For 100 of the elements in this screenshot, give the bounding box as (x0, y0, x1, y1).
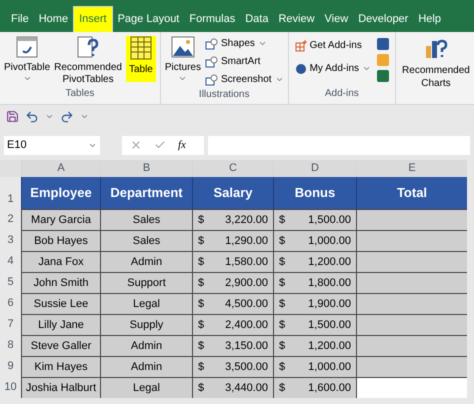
table-cell[interactable] (356, 230, 467, 251)
table-cell[interactable] (356, 293, 467, 314)
table-cell: Legal (100, 377, 192, 398)
currency-symbol: $ (198, 296, 204, 312)
table-cell-text: 1,000.00 (308, 360, 351, 375)
table-cell[interactable] (356, 251, 467, 272)
table-cell: Mary Garcia (21, 209, 100, 230)
currency-symbol: $ (279, 254, 286, 270)
ribbon-tab[interactable]: File (6, 6, 34, 32)
table-cell-text: 1,580.00 (225, 254, 268, 270)
table-cell: Bob Hayes (21, 230, 100, 251)
currency-symbol: $ (279, 338, 286, 354)
currency-symbol: $ (198, 212, 204, 228)
save-icon[interactable] (6, 110, 19, 123)
column-header[interactable]: C (192, 160, 273, 177)
table-cell-text: 1,900.00 (308, 296, 351, 312)
table-cell[interactable] (356, 356, 467, 377)
currency-symbol: $ (279, 360, 286, 375)
table-cell[interactable] (356, 314, 467, 335)
shape-icon (204, 56, 218, 68)
illustration-item[interactable]: Screenshot (204, 72, 284, 87)
table-cell-text: 1,500.00 (308, 212, 351, 228)
table-cell: Lilly Jane (21, 314, 100, 335)
table-button[interactable]: Table (126, 36, 156, 82)
app-icon (377, 70, 390, 82)
table-header-cell: Department (100, 177, 192, 209)
get-add-ins-button[interactable]: Get Add-ins (294, 38, 372, 53)
ribbon-tab[interactable]: Developer (353, 6, 414, 32)
table-cell: Legal (100, 293, 192, 314)
currency-symbol: $ (279, 380, 286, 396)
table-cell-text: 1,500.00 (308, 318, 351, 333)
table-header-cell: Employee (21, 177, 100, 209)
name-box[interactable]: E10 (4, 136, 100, 154)
group-label: Tables (65, 87, 94, 101)
illustration-item[interactable]: Shapes (204, 36, 284, 51)
column-header[interactable]: A (21, 160, 100, 177)
caret-icon (178, 74, 188, 83)
ribbon-tab[interactable]: Home (34, 6, 74, 32)
ribbon-tab[interactable]: Review (273, 6, 320, 32)
table-cell-text: 2,900.00 (225, 276, 268, 291)
table-header-cell: Salary (192, 177, 273, 209)
table-cell[interactable] (356, 272, 467, 293)
ribbon-tab[interactable]: View (320, 6, 354, 32)
undo-icon[interactable] (25, 110, 39, 124)
table-cell-text: 1,200.00 (308, 254, 351, 270)
table-cell: Admin (100, 335, 192, 356)
currency-symbol: $ (198, 254, 204, 270)
table-cell[interactable] (356, 209, 467, 230)
pictures-button[interactable]: Pictures (164, 36, 201, 87)
table-cell: Joshia Halburt (21, 377, 100, 398)
caret-icon (258, 39, 267, 48)
pivot-table-button[interactable]: PivotTable (4, 36, 50, 86)
caret-icon (45, 112, 54, 121)
illustration-item[interactable]: SmartArt (204, 54, 284, 69)
caret-icon (22, 74, 32, 83)
pivot-question-icon (77, 36, 100, 58)
table-cell: Sales (100, 209, 192, 230)
redo-icon[interactable] (60, 110, 74, 124)
my-add-ins-button[interactable]: My Add-ins (294, 61, 372, 76)
table-cell[interactable] (356, 335, 467, 356)
currency-symbol: $ (198, 380, 204, 396)
table-cell: Kim Hayes (21, 356, 100, 377)
caret-icon (80, 112, 89, 121)
currency-symbol: $ (198, 338, 204, 354)
ribbon-tab[interactable]: Page Layout (112, 6, 184, 32)
enter-icon[interactable] (154, 139, 166, 151)
ribbon-tab[interactable]: Data (240, 6, 274, 32)
app-icon (377, 38, 390, 50)
table-cell-text: 3,150.00 (225, 338, 268, 354)
column-header[interactable]: E (356, 160, 467, 177)
shape-icon (204, 74, 218, 86)
recommended-pivot-button[interactable]: Recommended PivotTables (54, 36, 122, 86)
column-header[interactable]: B (100, 160, 192, 177)
caret-icon (274, 75, 284, 84)
insert-function-button[interactable]: fx (178, 136, 186, 154)
currency-symbol: $ (279, 212, 286, 228)
ribbon-tab[interactable]: Formulas (184, 6, 240, 32)
table-cell-text: 1,800.00 (308, 276, 351, 291)
table-cell: Sussie Lee (21, 293, 100, 314)
table-cell-text: 3,440.00 (225, 380, 268, 396)
currency-symbol: $ (198, 318, 204, 333)
table-header-cell: Total (356, 177, 467, 209)
recommended-charts-button[interactable]: Recommended Charts (402, 36, 470, 90)
currency-symbol: $ (279, 276, 286, 291)
table-cell[interactable] (356, 377, 467, 398)
currency-symbol: $ (198, 276, 204, 291)
currency-symbol: $ (279, 234, 286, 249)
currency-symbol: $ (198, 234, 204, 249)
pivot-table-icon (16, 36, 38, 58)
table-icon (130, 36, 152, 60)
group-label: Add-ins (324, 87, 359, 101)
cancel-icon[interactable] (130, 139, 142, 151)
table-cell: John Smith (21, 272, 100, 293)
table-cell-text: 1,290.00 (225, 234, 268, 249)
add-ins-icon (294, 40, 307, 52)
ribbon-tab[interactable]: Insert (73, 6, 113, 32)
table-cell: Admin (100, 251, 192, 272)
column-header[interactable]: D (273, 160, 356, 177)
ribbon-tab[interactable]: Help (413, 6, 446, 32)
currency-symbol: $ (198, 360, 204, 375)
